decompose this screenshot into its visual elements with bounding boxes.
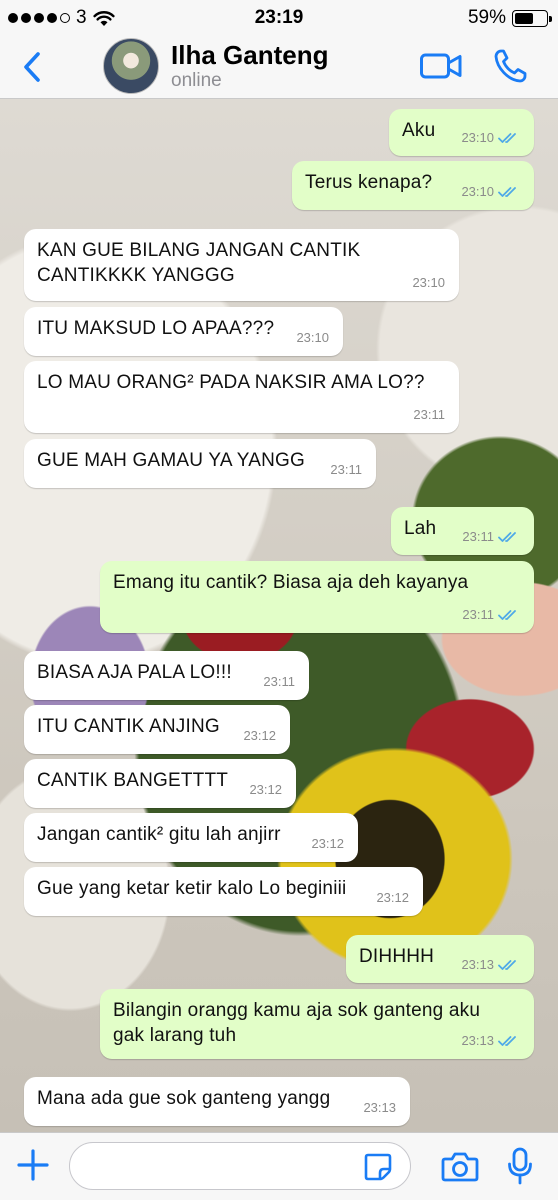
message-time: 23:13 (461, 957, 494, 972)
chat-background[interactable]: Aku 23:10 Terus kenapa? 23:10 KAN GUE BI… (0, 99, 558, 1132)
chevron-left-icon[interactable] (18, 50, 48, 84)
message-meta: 23:10 (412, 270, 445, 295)
message-time: 23:11 (330, 462, 362, 477)
chat-header: Ilha Ganteng online (0, 36, 558, 99)
message-time: 23:12 (311, 836, 344, 851)
message-incoming[interactable]: Gue yang ketar ketir kalo Lo beginiii 23… (24, 867, 423, 916)
microphone-icon[interactable] (507, 1147, 533, 1185)
message-incoming[interactable]: CANTIK BANGETTTT 23:12 (24, 759, 296, 808)
message-meta: 23:12 (249, 777, 282, 802)
message-meta: 23:12 (376, 885, 409, 910)
message-incoming[interactable]: LO MAU ORANG² PADA NAKSIR AMA LO?? 23:11 (24, 361, 459, 433)
phone-icon[interactable] (493, 48, 527, 84)
message-text: Bilangin orangg kamu aja sok ganteng aku… (113, 1000, 486, 1046)
battery-fill (515, 12, 533, 24)
message-time: 23:13 (363, 1100, 396, 1115)
double-check-icon (498, 959, 516, 970)
message-text: Emang itu cantik? Biasa aja deh kayanya (113, 572, 469, 593)
message-text: KAN GUE BILANG JANGAN CANTIK CANTIKKKK Y… (37, 240, 366, 286)
message-meta: 23:12 (243, 723, 276, 748)
message-time: 23:10 (296, 330, 329, 345)
message-input-bar (0, 1132, 558, 1200)
message-time: 23:12 (376, 890, 409, 905)
message-time: 23:12 (249, 782, 282, 797)
message-incoming[interactable]: ITU CANTIK ANJING 23:12 (24, 705, 290, 754)
double-check-icon (498, 609, 516, 620)
message-incoming[interactable]: BIASA AJA PALA LO!!! 23:11 (24, 651, 309, 700)
avatar[interactable] (103, 38, 159, 94)
message-meta: 23:13 (461, 952, 522, 977)
message-meta: 23:11 (462, 524, 522, 549)
message-meta: 23:10 (296, 325, 329, 350)
plus-icon[interactable] (16, 1148, 50, 1182)
sticker-icon[interactable] (363, 1152, 393, 1182)
message-outgoing[interactable]: Terus kenapa? 23:10 (292, 161, 534, 210)
battery-percentage: 59% (467, 7, 506, 28)
message-time: 23:11 (263, 674, 295, 689)
double-check-icon (498, 132, 516, 143)
message-time: 23:13 (461, 1033, 494, 1048)
message-text: CANTIK BANGETTTT (37, 770, 229, 791)
message-meta: 23:10 (461, 125, 522, 150)
message-meta: 23:12 (311, 831, 344, 856)
battery-icon (512, 9, 552, 27)
contact-name[interactable]: Ilha Ganteng (171, 40, 328, 71)
message-input[interactable] (69, 1142, 411, 1190)
message-text: BIASA AJA PALA LO!!! (37, 662, 232, 683)
message-time: 23:10 (412, 275, 445, 290)
message-outgoing[interactable]: DIHHHH 23:13 (346, 935, 534, 983)
message-text: GUE MAH GAMAU YA YANGG (37, 450, 305, 471)
message-time: 23:11 (462, 607, 494, 622)
message-text: Mana ada gue sok ganteng yangg (37, 1088, 331, 1109)
camera-icon[interactable] (441, 1151, 479, 1183)
message-meta: 23:11 (263, 669, 295, 694)
message-meta: 23:10 (461, 179, 522, 204)
message-incoming[interactable]: Mana ada gue sok ganteng yangg 23:13 (24, 1077, 410, 1126)
message-text: ITU CANTIK ANJING (37, 716, 220, 737)
message-time: 23:10 (461, 130, 494, 145)
message-meta: 23:11 (462, 602, 522, 627)
message-text: ITU MAKSUD LO APAA??? (37, 318, 275, 339)
message-meta: 23:13 (461, 1028, 522, 1053)
video-camera-icon[interactable] (419, 50, 463, 82)
double-check-icon (498, 531, 516, 542)
message-text: Gue yang ketar ketir kalo Lo beginiii (37, 878, 347, 899)
status-bar: 3 23:19 59% (0, 0, 558, 36)
message-incoming[interactable]: ITU MAKSUD LO APAA??? 23:10 (24, 307, 343, 356)
message-meta: 23:13 (363, 1095, 396, 1120)
message-outgoing[interactable]: Bilangin orangg kamu aja sok ganteng aku… (100, 989, 534, 1059)
contact-status: online (171, 70, 222, 91)
double-check-icon (498, 186, 516, 197)
message-meta: 23:11 (330, 457, 362, 482)
message-outgoing[interactable]: Aku 23:10 (389, 109, 534, 156)
message-incoming[interactable]: Jangan cantik² gitu lah anjirr 23:12 (24, 813, 358, 862)
message-incoming[interactable]: KAN GUE BILANG JANGAN CANTIK CANTIKKKK Y… (24, 229, 459, 301)
message-outgoing[interactable]: Emang itu cantik? Biasa aja deh kayanya … (100, 561, 534, 633)
battery-status: 59% (467, 7, 552, 29)
message-text: Jangan cantik² gitu lah anjirr (37, 824, 281, 845)
message-time: 23:11 (462, 529, 494, 544)
message-outgoing[interactable]: Lah 23:11 (391, 507, 534, 555)
message-meta: 23:11 (413, 402, 445, 427)
message-time: 23:10 (461, 184, 494, 199)
message-text: LO MAU ORANG² PADA NAKSIR AMA LO?? (37, 372, 425, 393)
message-incoming[interactable]: GUE MAH GAMAU YA YANGG 23:11 (24, 439, 376, 488)
double-check-icon (498, 1035, 516, 1046)
message-time: 23:11 (413, 407, 445, 422)
message-time: 23:12 (243, 728, 276, 743)
